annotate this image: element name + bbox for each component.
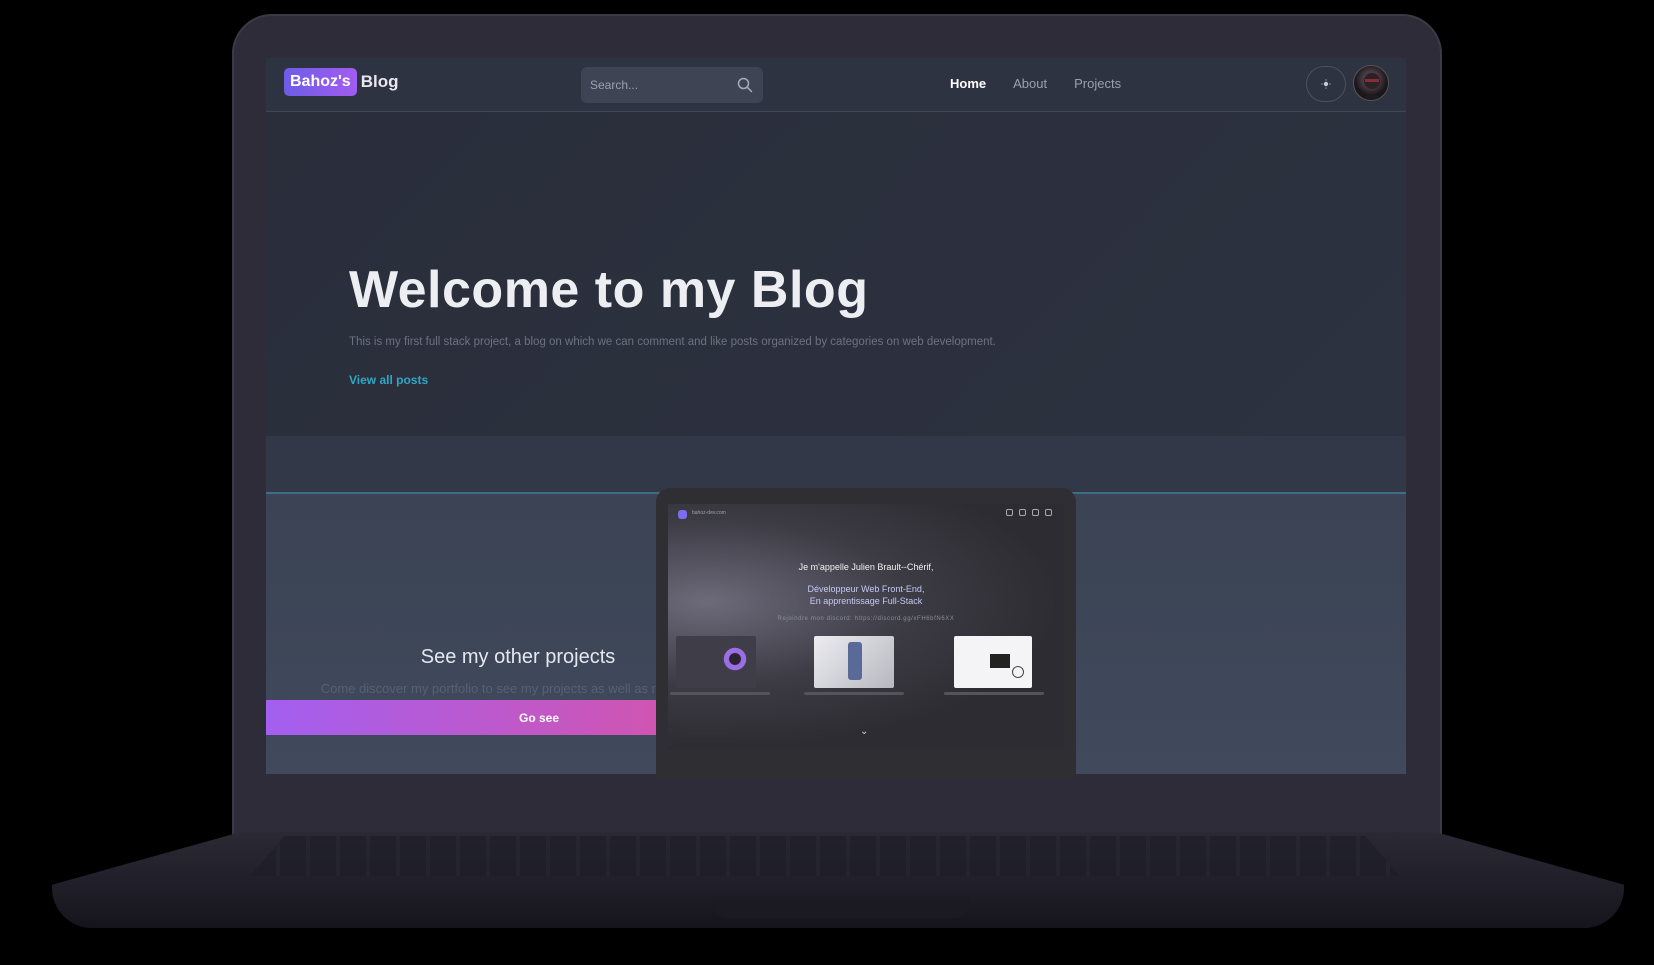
preview-shelf	[670, 692, 770, 695]
phone-icon	[848, 642, 862, 680]
search-box	[581, 67, 763, 103]
nav-item-home[interactable]: Home	[950, 76, 986, 91]
vinyl-icon	[722, 646, 748, 672]
preview-site-name: bahoz-dev.com	[692, 510, 726, 516]
preview-logo-icon	[678, 510, 687, 519]
globe-icon	[1012, 666, 1024, 678]
preview-project-card	[676, 636, 756, 688]
logo-block	[990, 654, 1010, 668]
laptop-keyboard	[250, 836, 1400, 876]
preview-learning: En apprentissage Full-Stack	[809, 596, 923, 606]
avatar-image	[1360, 73, 1384, 100]
navbar: Bahoz's Blog Home About Projects	[266, 58, 1406, 112]
preview-intro: Je m'appelle Julien Brault--Chérif,	[798, 562, 934, 572]
theme-toggle-button[interactable]	[1306, 66, 1346, 102]
preview-role: Développeur Web Front-End,	[807, 584, 925, 594]
preview-project-card	[814, 636, 894, 688]
logo-text: Blog	[360, 72, 399, 91]
user-avatar[interactable]	[1353, 65, 1389, 101]
site-logo[interactable]: Bahoz's Blog	[284, 68, 398, 96]
chevron-down-icon[interactable]: ⌄	[860, 726, 868, 737]
preview-shelf	[944, 692, 1044, 695]
hero-title: Welcome to my Blog	[349, 261, 869, 319]
logo-badge: Bahoz's	[284, 68, 357, 96]
book-icon	[1032, 509, 1039, 516]
mail-icon	[1045, 509, 1052, 516]
nav-item-projects[interactable]: Projects	[1074, 76, 1121, 91]
view-all-posts-link[interactable]: View all posts	[349, 373, 428, 387]
preview-social-icons	[1006, 509, 1052, 516]
nav-links: Home About Projects	[950, 76, 1121, 91]
github-icon	[1006, 509, 1013, 516]
preview-shelf	[804, 692, 904, 695]
lightning-icon	[1019, 509, 1026, 516]
preview-discord: Rejoindre mon discord: https://discord.g…	[777, 616, 955, 622]
hero-section: Welcome to my Blog This is my first full…	[266, 112, 1406, 492]
preview-project-card	[954, 636, 1032, 688]
portfolio-preview: bahoz-dev.com Je m'appelle Julien Brault…	[656, 488, 1076, 778]
search-icon[interactable]	[737, 77, 753, 93]
device-mockup: Bahoz's Blog Home About Projects	[0, 0, 1654, 965]
sun-icon	[1321, 79, 1331, 89]
portfolio-preview-screen: bahoz-dev.com Je m'appelle Julien Brault…	[668, 504, 1064, 750]
hero-description: This is my first full stack project, a b…	[349, 336, 996, 348]
section-band	[266, 436, 1406, 492]
laptop-notch	[712, 898, 970, 918]
search-input[interactable]	[581, 67, 731, 103]
nav-item-about[interactable]: About	[1013, 76, 1047, 91]
